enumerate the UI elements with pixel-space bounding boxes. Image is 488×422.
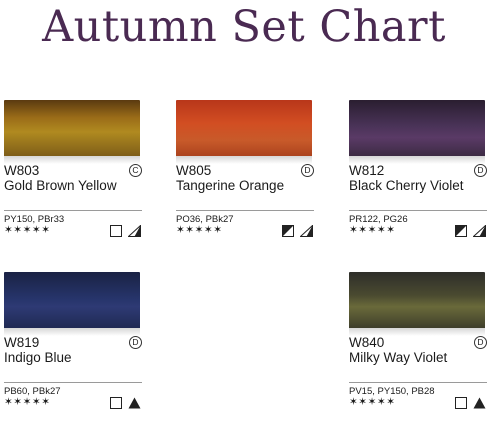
opaque-triangle-icon <box>473 397 486 409</box>
color-name: Milky Way Violet <box>349 350 448 365</box>
color-swatch <box>4 272 140 336</box>
transparent-square-icon <box>110 225 122 237</box>
color-card-w805: W805 Tangerine Orange D PO36, PBk27 ✶✶✶✶… <box>176 100 314 250</box>
granulation-badge: D <box>474 336 487 349</box>
lightfastness-stars: ✶✶✶✶✶ <box>349 224 396 236</box>
transparent-square-icon <box>110 397 122 409</box>
granulation-badge: D <box>301 164 314 177</box>
transparency-icons <box>447 224 487 238</box>
color-code: W840 <box>349 335 385 350</box>
chart-title: Autumn Set Chart <box>42 2 446 52</box>
color-swatch <box>349 100 485 164</box>
divider <box>176 210 314 211</box>
color-card-w803: W803 Gold Brown Yellow C PY150, PBr33 ✶✶… <box>4 100 142 250</box>
lightfastness-stars: ✶✶✶✶✶ <box>349 396 396 408</box>
color-code: W819 <box>4 335 40 350</box>
color-name: Tangerine Orange <box>176 178 285 193</box>
divider <box>349 382 487 383</box>
color-code: W803 <box>4 163 40 178</box>
color-card-w812: W812 Black Cherry Violet D PR122, PG26 ✶… <box>349 100 487 250</box>
color-code: W812 <box>349 163 385 178</box>
color-name: Black Cherry Violet <box>349 178 464 193</box>
lightfastness-stars: ✶✶✶✶✶ <box>4 396 51 408</box>
semi-transparent-triangle-icon <box>128 225 141 237</box>
semi-transparent-triangle-icon <box>473 225 486 237</box>
semi-transparent-triangle-icon <box>300 225 313 237</box>
lightfastness-stars: ✶✶✶✶✶ <box>176 224 223 236</box>
color-swatch <box>349 272 485 336</box>
transparent-square-icon <box>455 397 467 409</box>
color-card-w840: W840 Milky Way Violet D PV15, PY150, PB2… <box>349 272 487 422</box>
granulation-badge: D <box>474 164 487 177</box>
granulation-badge: D <box>129 336 142 349</box>
transparency-icons <box>102 224 142 238</box>
color-swatch <box>176 100 312 164</box>
color-name: Indigo Blue <box>4 350 72 365</box>
divider <box>4 382 142 383</box>
color-code: W805 <box>176 163 212 178</box>
semi-opaque-square-icon <box>455 225 467 237</box>
transparency-icons <box>274 224 314 238</box>
color-name: Gold Brown Yellow <box>4 178 117 193</box>
transparency-icons <box>447 396 487 410</box>
divider <box>4 210 142 211</box>
semi-opaque-square-icon <box>282 225 294 237</box>
color-swatch <box>4 100 140 164</box>
color-card-w819: W819 Indigo Blue D PB60, PBk27 ✶✶✶✶✶ <box>4 272 142 422</box>
granulation-badge: C <box>129 164 142 177</box>
lightfastness-stars: ✶✶✶✶✶ <box>4 224 51 236</box>
divider <box>349 210 487 211</box>
transparency-icons <box>102 396 142 410</box>
opaque-triangle-icon <box>128 397 141 409</box>
